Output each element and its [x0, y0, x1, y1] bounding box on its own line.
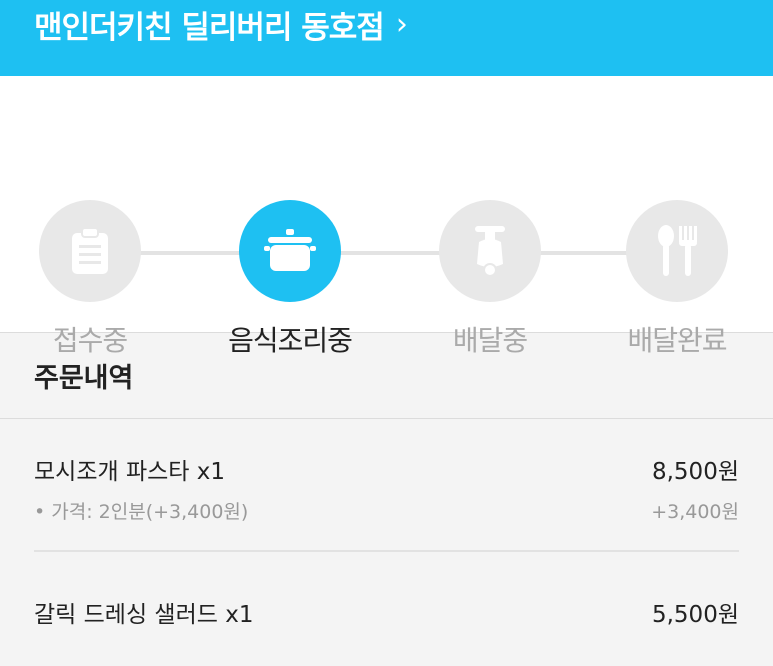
order-details: 주문내역 모시조개 파스타 x1 8,500원 • 가격: 2인분(+3,400… — [0, 333, 773, 666]
step-label: 배달완료 — [627, 324, 727, 357]
step-cooking: 음식조리중 — [200, 200, 380, 359]
item-option: • 가격: 2인분(+3,400원) — [34, 501, 249, 523]
item-option-price: +3,400원 — [651, 501, 739, 523]
chevron-right-icon[interactable]: › — [396, 7, 408, 42]
cooking-pot-icon — [239, 200, 341, 302]
store-name[interactable]: 맨인더키친 딜리버리 동호점 — [34, 2, 385, 47]
step-delivering: 배달중 — [400, 200, 580, 359]
item-name: 모시조개 파스타 x1 — [34, 459, 225, 485]
order-item: 갈릭 드레싱 샐러드 x1 5,500원 — [34, 552, 739, 666]
item-price: 5,500원 — [651, 602, 739, 628]
scooter-icon — [439, 200, 541, 302]
step-delivered: 배달완료 — [587, 200, 767, 359]
order-status-tracker: 접수중 음식조리중 배달중 배달완료 — [0, 76, 773, 357]
order-title: 주문내역 — [34, 363, 134, 394]
store-header[interactable]: 맨인더키친 딜리버리 동호점 › — [0, 0, 773, 76]
spoon-fork-icon — [626, 200, 728, 302]
item-name: 갈릭 드레싱 샐러드 x1 — [34, 602, 254, 628]
item-price: 8,500원 — [651, 459, 739, 485]
step-label: 배달중 — [452, 324, 528, 357]
step-label: 접수중 — [52, 324, 128, 357]
order-item: 모시조개 파스타 x1 8,500원 • 가격: 2인분(+3,400원) +3… — [34, 419, 739, 552]
step-label: 음식조리중 — [228, 324, 353, 357]
step-received: 접수중 — [0, 200, 180, 359]
clipboard-icon — [39, 200, 141, 302]
